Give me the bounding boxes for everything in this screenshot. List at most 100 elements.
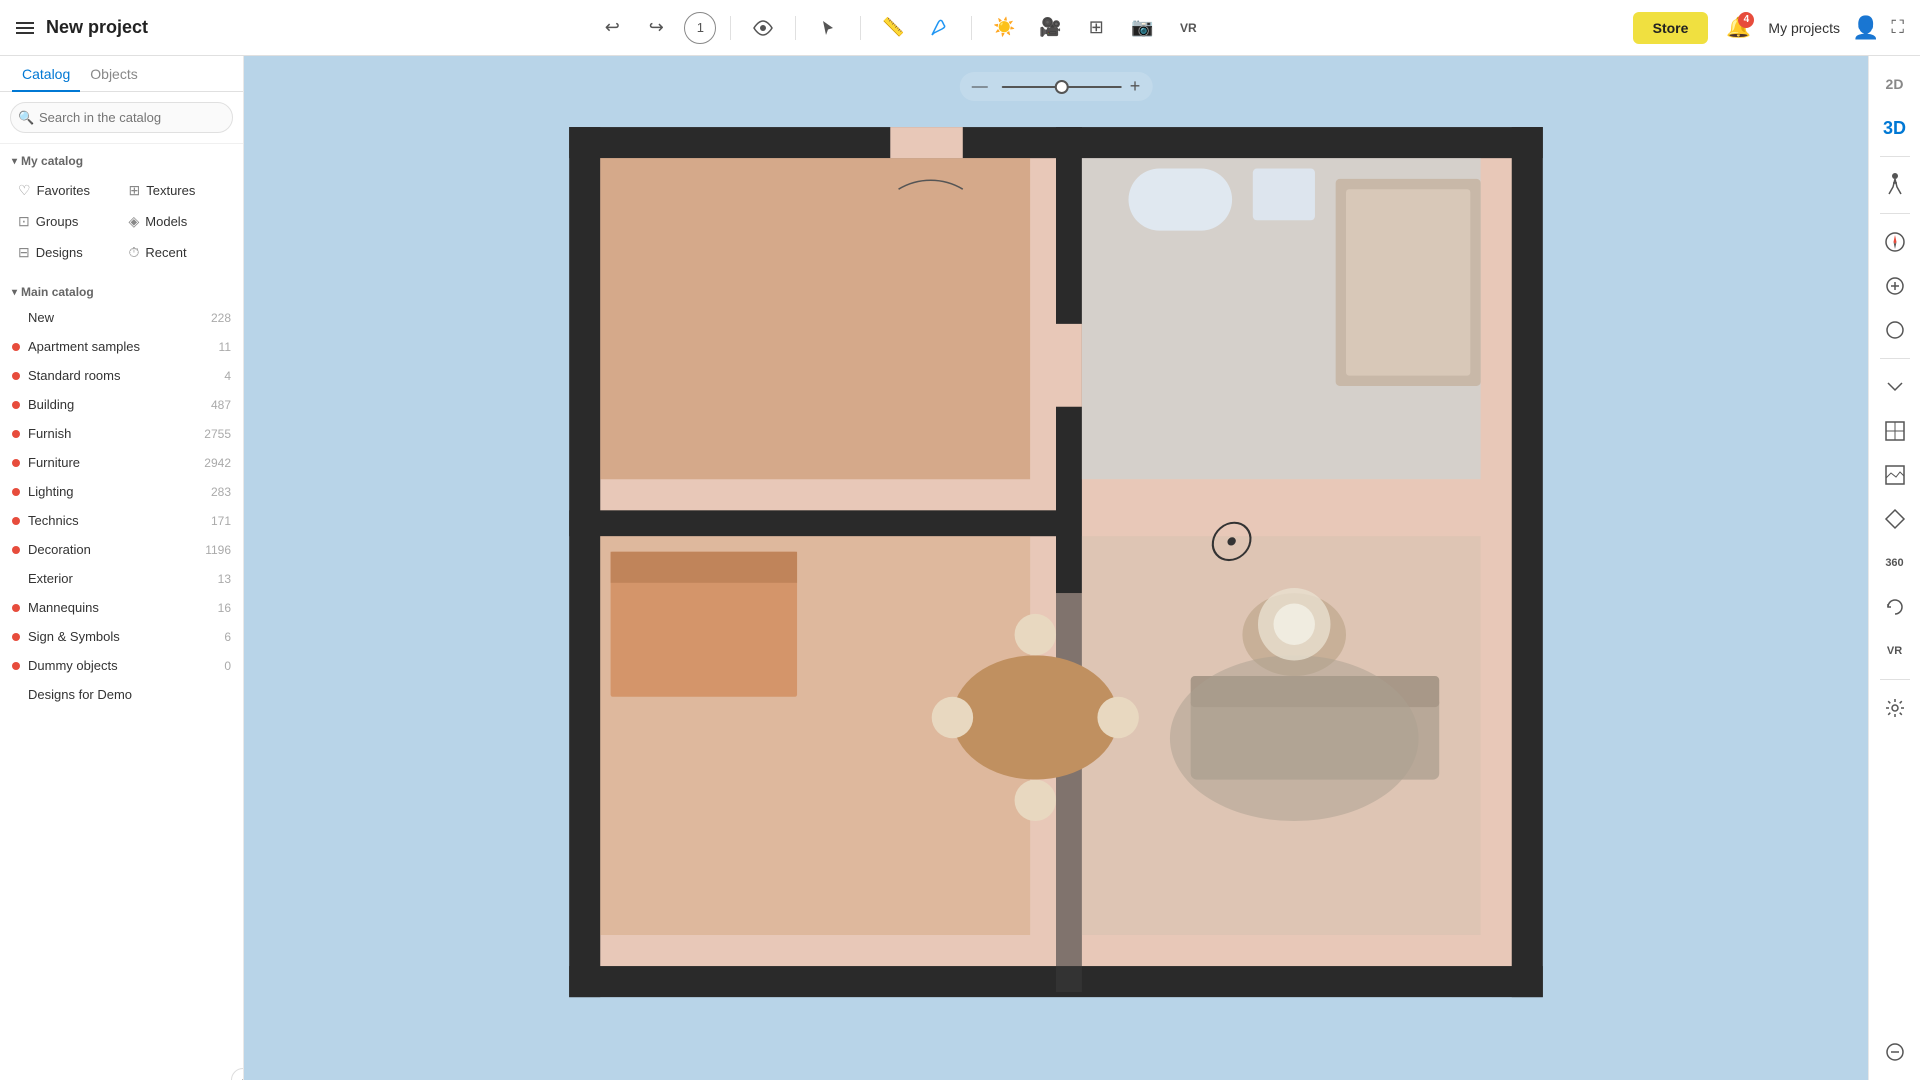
zoom-slider-thumb[interactable] — [1055, 80, 1069, 94]
category-label: Dummy objects — [28, 658, 118, 673]
zoom-in-button[interactable] — [1875, 266, 1915, 306]
search-input[interactable] — [10, 102, 233, 133]
category-label: Exterior — [28, 571, 73, 586]
category-count: 16 — [218, 601, 231, 615]
undo-button[interactable]: ↩ — [594, 10, 630, 46]
view-2d-button[interactable]: 2D — [1875, 64, 1915, 104]
compass-button[interactable] — [1875, 222, 1915, 262]
separator-4 — [971, 16, 972, 40]
sidebar-item-mannequins[interactable]: Mannequins16 — [0, 593, 243, 622]
zoom-out-button[interactable] — [1875, 1032, 1915, 1072]
category-dot — [12, 459, 20, 467]
vr-toolbar-button[interactable]: VR — [1170, 10, 1206, 46]
redo-button[interactable]: ↪ — [638, 10, 674, 46]
chevron-down-button[interactable] — [1875, 367, 1915, 407]
sidebar-tabs: Catalog Objects — [0, 56, 243, 92]
sidebar-item-designs[interactable]: ⊟ Designs — [12, 238, 121, 267]
menu-icon[interactable] — [16, 22, 34, 34]
main-catalog-section-title: Main catalog — [0, 275, 243, 303]
vr-label: VR — [1887, 645, 1902, 657]
sidebar-item-sign--symbols[interactable]: Sign & Symbols 6 — [0, 622, 243, 651]
tab-objects[interactable]: Objects — [80, 56, 147, 92]
sidebar-item-building[interactable]: Building 487 — [0, 390, 243, 419]
sidebar-item-dummy-objects[interactable]: Dummy objects0 — [0, 651, 243, 680]
category-dot — [12, 546, 20, 554]
designs-icon: ⊟ — [18, 244, 30, 261]
category-label: Building — [28, 397, 74, 412]
category-label: Apartment samples — [28, 339, 140, 354]
heart-icon: ♡ — [18, 182, 31, 199]
my-projects-button[interactable]: My projects — [1768, 20, 1840, 36]
rotate-button[interactable] — [1875, 587, 1915, 627]
category-count: 283 — [211, 485, 231, 499]
target-button[interactable] — [1875, 310, 1915, 350]
sidebar-item-furniture[interactable]: Furniture2942 — [0, 448, 243, 477]
settings-button[interactable] — [1875, 688, 1915, 728]
minus-icon: — — [972, 78, 988, 96]
sidebar-item-decoration[interactable]: Decoration1196 — [0, 535, 243, 564]
diamond-view-button[interactable] — [1875, 499, 1915, 539]
category-label: Designs for Demo — [28, 687, 132, 702]
category-count: 487 — [211, 398, 231, 412]
sidebar-item-groups[interactable]: ⊡ Groups — [12, 207, 121, 236]
photo-button[interactable]: 📷 — [1124, 10, 1160, 46]
layout-button[interactable]: ⊞ — [1078, 10, 1114, 46]
category-dot — [12, 343, 20, 351]
sidebar-item-lighting[interactable]: Lighting 283 — [0, 477, 243, 506]
header: New project ↩ ↪ 1 📏 ☀️ 🎥 ⊞ 📷 VR Store — [0, 0, 1920, 56]
sidebar-item-apartment-samples[interactable]: Apartment samples 11 — [0, 332, 243, 361]
sidebar-item-favorites[interactable]: ♡ Favorites — [12, 176, 121, 205]
search-wrap: 🔍 — [0, 92, 243, 144]
cursor-tool-button[interactable] — [810, 10, 846, 46]
recent-icon: ⏱ — [129, 244, 140, 261]
textures-label: Textures — [146, 183, 195, 198]
category-label: Lighting — [28, 484, 74, 499]
sidebar-item-furnish[interactable]: Furnish2755 — [0, 419, 243, 448]
favorites-label: Favorites — [37, 183, 90, 198]
vr-view-button[interactable]: VR — [1875, 631, 1915, 671]
walk-mode-button[interactable] — [1875, 165, 1915, 205]
view-3d-button[interactable]: 3D — [1875, 108, 1915, 148]
floor-plan-container — [244, 96, 1868, 1080]
sidebar-item-designs-for-demo[interactable]: Designs for Demo — [0, 680, 243, 709]
category-count: 11 — [219, 340, 231, 354]
plus-icon[interactable]: + — [1130, 76, 1141, 97]
category-label: Technics — [28, 513, 79, 528]
scene-view-button[interactable] — [1875, 455, 1915, 495]
page-title: New project — [46, 17, 148, 38]
store-button[interactable]: Store — [1633, 12, 1709, 44]
category-count: 1196 — [205, 543, 231, 557]
sun-button[interactable]: ☀️ — [986, 10, 1022, 46]
groups-icon: ⊡ — [18, 213, 30, 230]
sidebar-item-exterior[interactable]: Exterior13 — [0, 564, 243, 593]
pen-tool-button[interactable] — [921, 10, 957, 46]
rp-separator-1 — [1880, 156, 1910, 157]
category-label: New — [28, 310, 54, 325]
camera-button[interactable]: 🎥 — [1032, 10, 1068, 46]
category-count: 6 — [224, 630, 231, 644]
sidebar-item-technics[interactable]: Technics171 — [0, 506, 243, 535]
sidebar-item-recent[interactable]: ⏱ Recent — [123, 238, 232, 267]
tab-catalog[interactable]: Catalog — [12, 56, 80, 92]
sidebar-item-models[interactable]: ◈ Models — [123, 207, 232, 236]
user-profile-button[interactable]: 👤 — [1852, 15, 1879, 41]
zoom-slider[interactable] — [1002, 86, 1122, 88]
sidebar-item-standard-rooms[interactable]: Standard rooms4 — [0, 361, 243, 390]
floor-plan-svg — [244, 96, 1868, 1080]
notifications-button[interactable]: 🔔 4 — [1720, 10, 1756, 46]
sidebar-item-new[interactable]: New228 — [0, 303, 243, 332]
360-view-button[interactable]: 360 — [1875, 543, 1915, 583]
ruler-button[interactable]: 📏 — [875, 10, 911, 46]
category-label: Sign & Symbols — [28, 629, 120, 644]
search-inner: 🔍 — [10, 102, 233, 133]
category-dot — [12, 662, 20, 670]
main-content: Catalog Objects 🔍 My catalog ♡ Favorites… — [0, 56, 1920, 1080]
view-toggle-button[interactable] — [745, 10, 781, 46]
fullscreen-button[interactable]: ⛶ — [1891, 17, 1904, 38]
notification-badge: 4 — [1738, 12, 1754, 28]
my-catalog-grid: ♡ Favorites ⊞ Textures ⊡ Groups ◈ Models… — [0, 172, 243, 275]
step-counter[interactable]: 1 — [684, 12, 716, 44]
category-dot — [12, 633, 20, 641]
sidebar-item-textures[interactable]: ⊞ Textures — [123, 176, 232, 205]
floor-plan-button[interactable] — [1875, 411, 1915, 451]
